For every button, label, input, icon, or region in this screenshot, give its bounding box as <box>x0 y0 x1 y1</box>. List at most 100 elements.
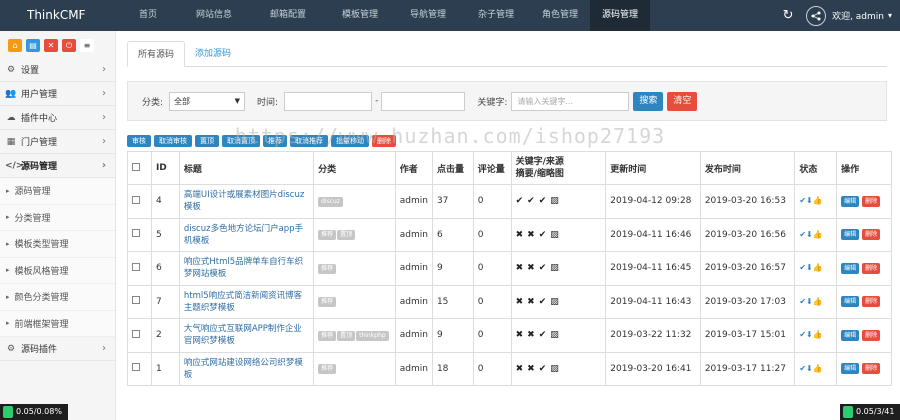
row-published: 2019-03-17 15:01 <box>699 318 796 353</box>
nav-misc-manage[interactable]: 杂子管理 <box>462 0 530 31</box>
delete-button[interactable]: 删除 <box>862 296 881 308</box>
row-id: 7 <box>150 284 180 319</box>
user-greeting[interactable]: 欢迎, admin <box>832 9 884 22</box>
brand-logo[interactable]: ThinkCMF <box>0 0 118 31</box>
row-comments: 0 <box>472 318 512 353</box>
end-time-input[interactable] <box>381 91 466 111</box>
sidebar-subitem-source-manage[interactable]: ▸ 源码管理 <box>0 178 115 205</box>
power-icon[interactable]: ⏻ <box>62 38 76 52</box>
gear-icon: ⚙ <box>6 343 16 354</box>
sidebar-subitem-color[interactable]: ▸ 颜色分类管理 <box>0 284 115 311</box>
row-title-link[interactable]: 响应式Html5品牌单车自行车织梦网站模板 <box>184 256 309 280</box>
row-checkbox-cell[interactable] <box>127 217 152 252</box>
sidebar-item-settings[interactable]: ⚙ 设置 › <box>0 58 115 82</box>
chevron-right-icon: › <box>102 88 106 99</box>
edit-button[interactable]: 编辑 <box>841 296 860 308</box>
edit-button[interactable]: 编辑 <box>841 262 860 274</box>
refresh-icon[interactable]: ↻ <box>778 8 798 23</box>
row-keyword-flags: ✖✖✔ <box>515 296 551 307</box>
delete-button[interactable]: 删除 <box>862 195 881 207</box>
sidebar-subitem-category[interactable]: ▸ 分类管理 <box>0 204 115 231</box>
delete-button[interactable]: 删除 <box>862 229 881 241</box>
column-header-keywords-line1: 关键字/来源 <box>515 157 564 167</box>
sidebar-item-users[interactable]: 👥 用户管理 › <box>0 82 115 106</box>
caret-right-icon: ▸ <box>6 292 10 301</box>
row-keywords-cell: ✖✖✔▨ <box>510 318 607 353</box>
list-icon[interactable]: ≡ <box>80 38 94 52</box>
delete-button[interactable]: 删除 <box>862 262 881 274</box>
row-checkbox-cell[interactable] <box>127 284 152 319</box>
chevron-down-icon[interactable]: ▾ <box>888 11 892 20</box>
row-checkbox-cell[interactable] <box>127 318 152 353</box>
trash-icon[interactable]: ✕ <box>44 38 58 52</box>
chevron-right-icon: › <box>102 112 106 123</box>
nav-home[interactable]: 首页 <box>118 0 178 31</box>
sidebar-subitem-template-type[interactable]: ▸ 模板类型管理 <box>0 231 115 258</box>
row-updated: 2019-04-11 16:45 <box>605 251 701 286</box>
row-title-link[interactable]: 大气响应式互联网APP制作企业官网织梦模板 <box>184 323 309 347</box>
row-published: 2019-03-20 16:56 <box>699 217 796 252</box>
row-updated: 2019-04-12 09:28 <box>605 184 701 219</box>
select-all-checkbox-cell[interactable] <box>127 151 152 185</box>
tab-bar: 所有源码 添加源码 <box>127 41 887 67</box>
start-time-input[interactable] <box>284 91 373 111</box>
row-title-link[interactable]: 高端UI设计或展素材图片discuz模板 <box>184 189 309 213</box>
row-title-link[interactable]: discuz多色地方论坛门户app手机模板 <box>184 223 309 247</box>
row-checkbox[interactable] <box>132 363 140 372</box>
keyword-label: 关键字: <box>477 97 508 108</box>
row-checkbox[interactable] <box>132 296 140 305</box>
edit-button[interactable]: 编辑 <box>841 195 860 207</box>
nav-navigation-manage[interactable]: 导航管理 <box>394 0 462 31</box>
row-title-link[interactable]: 响应式网站建设网络公司织梦模板 <box>184 357 309 381</box>
sidebar-subitem-frontend[interactable]: ▸ 前端框架管理 <box>0 310 115 337</box>
row-checkbox[interactable] <box>132 195 140 204</box>
keyword-input[interactable]: 请输入关键字... <box>511 91 630 111</box>
row-comments: 0 <box>472 284 512 319</box>
row-published: 2019-03-17 11:27 <box>699 351 796 386</box>
row-comments: 0 <box>472 351 512 386</box>
edit-button[interactable]: 编辑 <box>841 329 860 341</box>
row-keyword-flags: ✖✖✔ <box>515 363 551 374</box>
chevron-down-icon: ▼ <box>234 96 241 105</box>
row-title-link[interactable]: html5响应式简洁新闻资讯博客主题织梦模板 <box>184 290 309 314</box>
sidebar-subitem-template-style[interactable]: ▸ 模板风格管理 <box>0 257 115 284</box>
category-select[interactable]: 全部 ▼ <box>169 91 246 111</box>
tab-all-sources[interactable]: 所有源码 <box>127 41 186 67</box>
column-header-actions: 操作 <box>836 151 892 185</box>
row-checkbox[interactable] <box>132 262 140 271</box>
nav-site-info[interactable]: 网站信息 <box>178 0 250 31</box>
row-author: admin <box>394 351 433 386</box>
table-row: 5 discuz多色地方论坛门户app手机模板 推荐 置顶 admin 6 0 ✖… <box>127 217 892 252</box>
status-icons: ✔⬇👍 <box>799 330 823 340</box>
row-updated: 2019-04-11 16:46 <box>605 217 701 252</box>
status-icons: ✔⬇👍 <box>799 263 823 273</box>
users-icon: 👥 <box>5 88 17 99</box>
home-icon[interactable]: ⌂ <box>8 38 22 52</box>
nav-email-config[interactable]: 邮箱配置 <box>250 0 326 31</box>
edit-button[interactable]: 编辑 <box>841 363 860 375</box>
sidebar-item-source[interactable]: </> 源码管理 › <box>0 154 115 178</box>
clear-button[interactable]: 清空 <box>667 91 698 111</box>
row-checkbox-cell[interactable] <box>127 184 152 219</box>
nav-source-manage[interactable]: 源码管理 <box>590 0 650 31</box>
delete-button[interactable]: 删除 <box>862 329 881 341</box>
nav-role-manage[interactable]: 角色管理 <box>530 0 590 31</box>
sidebar-item-label: 源码插件 <box>21 345 58 355</box>
category-tag: 推荐 <box>318 297 337 308</box>
row-checkbox-cell[interactable] <box>127 251 152 286</box>
row-checkbox[interactable] <box>132 329 140 338</box>
search-button[interactable]: 搜索 <box>633 91 664 111</box>
sidebar-item-source-plugins[interactable]: ⚙ 源码插件 › <box>0 337 115 361</box>
user-avatar-icon[interactable] <box>806 5 827 26</box>
delete-button[interactable]: 删除 <box>862 363 881 375</box>
file-icon[interactable]: ▤ <box>26 38 40 52</box>
nav-template-manage[interactable]: 模板管理 <box>326 0 394 31</box>
category-tag: discuz <box>318 196 343 207</box>
select-all-checkbox[interactable] <box>132 162 140 171</box>
row-id: 5 <box>150 217 180 252</box>
tab-add-source[interactable]: 添加源码 <box>185 41 241 67</box>
row-checkbox[interactable] <box>132 229 140 238</box>
row-checkbox-cell[interactable] <box>127 351 152 386</box>
edit-button[interactable]: 编辑 <box>841 229 860 241</box>
row-hits: 9 <box>431 251 474 286</box>
